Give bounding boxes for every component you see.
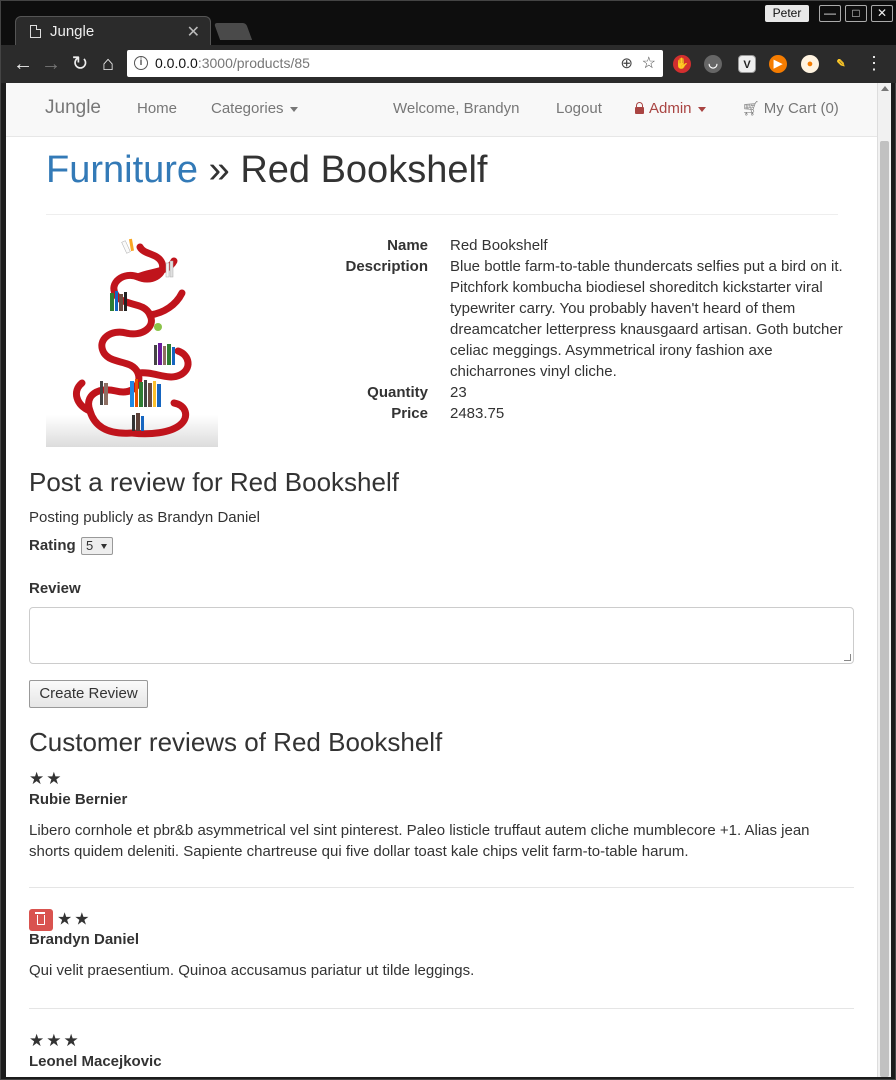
page-header: Furniture » Red Bookshelf	[46, 149, 838, 215]
review-body: Qui velit praesentium. Quinoa accusamus …	[29, 962, 475, 979]
vimium-extension-icon[interactable]: V	[738, 55, 756, 73]
url-text[interactable]: 0.0.0.0:3000/products/85	[155, 55, 310, 71]
detail-name-row: Name Red Bookshelf	[306, 235, 846, 256]
pocket-extension-icon[interactable]: ◡	[704, 55, 722, 73]
nav-logout-link[interactable]: Logout	[556, 100, 602, 117]
nav-cart-link[interactable]: 🛒︎ My Cart (0)	[742, 100, 839, 117]
nav-welcome-link[interactable]: Welcome, Brandyn	[393, 100, 519, 117]
bookmark-star-icon[interactable]: ☆	[642, 53, 656, 73]
reviewer-name: Rubie Bernier	[29, 791, 128, 808]
review-item: ★★ Brandyn Daniel Qui velit praesentium.…	[29, 909, 854, 981]
detail-label: Name	[387, 237, 428, 254]
browser-menu-icon[interactable]: ⋮	[865, 53, 883, 74]
review-textarea[interactable]	[29, 607, 854, 664]
site-info-icon[interactable]: i	[134, 56, 148, 70]
detail-label: Price	[391, 405, 428, 422]
reviews-heading: Customer reviews of Red Bookshelf	[29, 727, 443, 757]
play-extension-icon[interactable]: ▶	[769, 55, 787, 73]
tab-close-icon[interactable]: ✕	[187, 22, 200, 42]
home-icon[interactable]: ⌂	[95, 51, 121, 77]
chevron-down-icon	[289, 106, 298, 112]
rating-label: Rating	[29, 537, 76, 554]
review-divider	[29, 1008, 854, 1009]
page-icon	[30, 25, 41, 38]
review-item: ★★★ Leonel Macejkovic	[29, 1031, 854, 1070]
detail-price-row: Price 2483.75	[306, 403, 846, 424]
browser-tab[interactable]: Jungle ✕	[15, 16, 211, 46]
cart-icon: 🛒︎	[742, 100, 760, 116]
browser-titlebar: Jungle ✕ Peter — □ ✕	[1, 1, 896, 46]
review-body: Libero cornhole et pbr&b asymmetrical ve…	[29, 822, 810, 860]
browser-toolbar: ← → ↻ ⌂ i 0.0.0.0:3000/products/85 ⊕ ☆ ✋…	[1, 45, 896, 83]
adblock-extension-icon[interactable]: ✋	[673, 55, 691, 73]
star-rating-icon: ★★	[57, 909, 92, 929]
product-image	[46, 238, 218, 447]
nav-categories-dropdown[interactable]: Categories	[211, 100, 298, 117]
new-tab-button[interactable]	[213, 23, 253, 40]
trash-icon	[35, 912, 45, 925]
delete-review-button[interactable]	[29, 909, 53, 931]
reviewer-name: Leonel Macejkovic	[29, 1053, 162, 1070]
brand-link[interactable]: Jungle	[45, 97, 101, 119]
tab-title: Jungle	[50, 23, 95, 40]
review-divider	[29, 887, 854, 888]
lock-icon	[635, 102, 644, 114]
detail-value: 2483.75	[450, 405, 505, 422]
review-label: Review	[29, 580, 81, 597]
page-scrollbar[interactable]	[877, 83, 891, 1077]
scrollbar-thumb[interactable]	[880, 141, 889, 1077]
chevron-down-icon	[697, 106, 706, 112]
browser-window: Jungle ✕ Peter — □ ✕ ← → ↻ ⌂ i 0.0.0.0:3…	[0, 0, 896, 1080]
detail-value: 23	[450, 384, 467, 401]
page-viewport: Jungle Home Categories Welcome, Brandyn …	[6, 83, 877, 1077]
detail-label: Quantity	[367, 384, 428, 401]
resize-handle-icon[interactable]	[844, 654, 851, 661]
pen-extension-icon[interactable]: ✎	[832, 55, 850, 73]
review-rating-row: ★★	[29, 909, 854, 931]
reviewer-name: Brandyn Daniel	[29, 931, 140, 948]
scroll-up-arrow-icon[interactable]	[881, 86, 889, 91]
minimize-button[interactable]: —	[819, 5, 841, 22]
detail-quantity-row: Quantity 23	[306, 382, 846, 403]
address-bar[interactable]: i 0.0.0.0:3000/products/85 ⊕ ☆	[127, 50, 663, 77]
dropdown-arrow-icon	[101, 544, 107, 549]
back-arrow-icon[interactable]: ←	[10, 51, 36, 77]
product-details: Name Red Bookshelf Description Blue bott…	[306, 235, 846, 424]
detail-description-row: Description Blue bottle farm-to-table th…	[306, 256, 846, 382]
posting-as-text: Posting publicly as Brandyn Daniel	[29, 509, 260, 526]
detail-value: Red Bookshelf	[450, 237, 548, 254]
create-review-button[interactable]: Create Review	[29, 680, 148, 708]
star-rating-icon: ★★★	[29, 1031, 81, 1050]
fire-extension-icon[interactable]: ●	[801, 55, 819, 73]
nav-admin-dropdown[interactable]: Admin	[635, 100, 706, 117]
category-breadcrumb-link[interactable]: Furniture	[46, 149, 198, 191]
profile-button[interactable]: Peter	[765, 5, 809, 22]
nav-home-link[interactable]: Home	[137, 100, 177, 117]
detail-value: Blue bottle farm-to-table thundercats se…	[450, 258, 843, 380]
review-form-heading: Post a review for Red Bookshelf	[29, 467, 399, 497]
forward-arrow-icon[interactable]: →	[38, 51, 64, 77]
review-item: ★★ Rubie Bernier Libero cornhole et pbr&…	[29, 769, 854, 862]
page-title: Furniture » Red Bookshelf	[46, 149, 488, 191]
star-rating-icon: ★★	[29, 769, 64, 788]
maximize-button[interactable]: □	[845, 5, 867, 22]
zoom-icon[interactable]: ⊕	[620, 54, 633, 72]
reload-icon[interactable]: ↻	[67, 51, 93, 77]
product-title: Red Bookshelf	[240, 149, 488, 191]
close-window-button[interactable]: ✕	[871, 5, 893, 22]
detail-label: Description	[345, 258, 428, 275]
rating-select[interactable]: 5	[81, 537, 113, 555]
site-navbar: Jungle Home Categories Welcome, Brandyn …	[6, 83, 877, 137]
